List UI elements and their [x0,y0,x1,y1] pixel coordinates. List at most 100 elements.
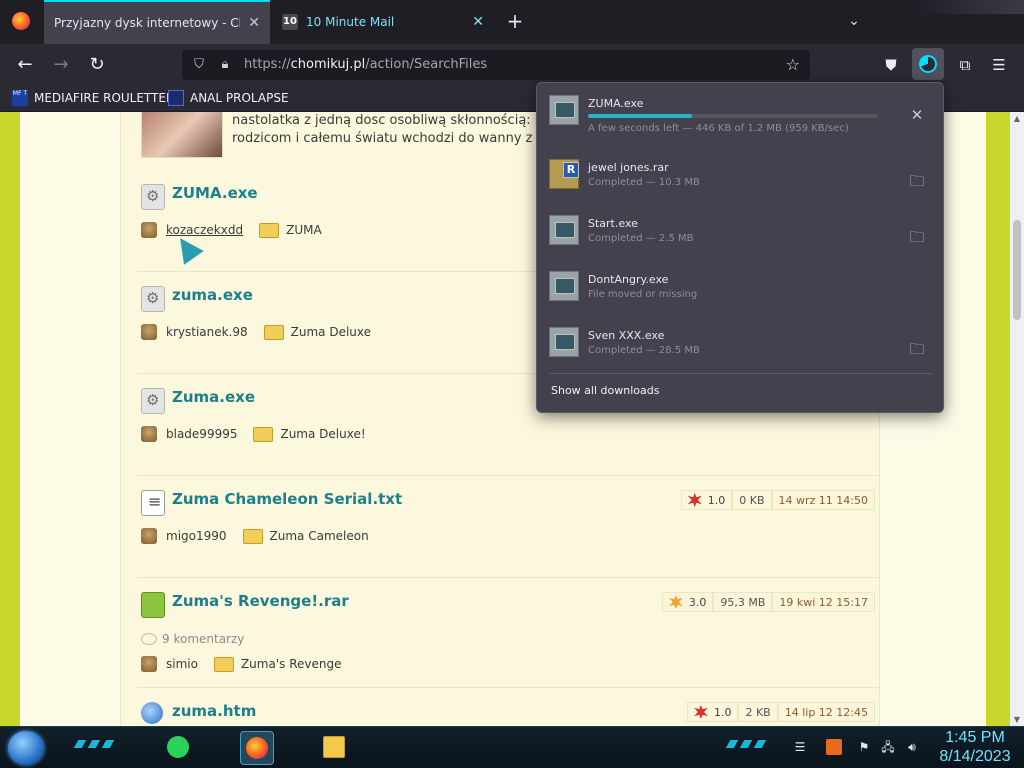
user-avatar[interactable] [141,324,157,340]
open-folder-icon[interactable]: 🗀 [907,171,927,191]
download-name: jewel jones.rar [588,161,669,174]
list-all-tabs-chevron-icon[interactable]: ⌄ [844,10,864,32]
file-name-link[interactable]: Zuma.exe [172,388,255,406]
folder-icon [253,426,274,442]
tray-app-icon[interactable] [826,739,842,755]
bookmark-star-icon[interactable]: ☆ [786,55,800,74]
taskbar-file-explorer[interactable] [318,731,352,765]
start-orb-icon[interactable] [8,731,44,765]
user-link[interactable]: migo1990 [166,529,227,543]
taskbar-notes-app[interactable] [162,731,196,765]
scroll-up-arrow-icon[interactable]: ▲ [1013,114,1021,123]
user-link[interactable]: simio [166,657,198,671]
comments-link[interactable]: 9 komentarzy [141,632,244,646]
file-row: Zuma's Revenge!.rar 3.0 95,3 MB 19 kwi 1… [137,578,881,688]
rating-badge: 1.0 [680,490,733,510]
show-desktop-icon[interactable]: ☰ [792,739,808,755]
clock-time: 1:45 PM [945,729,1005,746]
open-folder-icon[interactable]: 🗀 [907,227,927,247]
pocket-icon[interactable]: ⛊ [878,53,904,77]
user-link[interactable]: kozaczekxdd [166,223,243,237]
new-tab-button[interactable]: + [504,10,526,32]
url-text[interactable]: https://chomikuj.pl/action/SearchFiles [244,57,487,72]
forward-arrow-icon[interactable]: → [48,53,74,77]
upload-date: 14 wrz 11 14:50 [771,490,875,510]
bookmark-mediafire-rouletter[interactable]: MF T MEDIAFIRE ROULETTER [12,90,174,106]
firefox-menu-icon[interactable] [12,12,30,30]
back-arrow-icon[interactable]: ← [12,53,38,77]
tab-title: Przyjazny dysk internetowy - Chom [54,16,240,30]
tab-bar: Przyjazny dysk internetowy - Chom ✕ 10 1… [0,0,1024,44]
folder-link[interactable]: Zuma Cameleon [270,529,369,543]
taskbar-clock[interactable]: 1:45 PM 8/14/2023 [930,729,1020,767]
lock-icon[interactable]: 🔒︎ [216,56,234,74]
tab-close-icon[interactable]: ✕ [472,14,484,30]
download-item[interactable]: Sven XXX.exe Completed — 28.5 MB 🗀 [537,315,945,371]
folder-link[interactable]: Zuma's Revenge [241,657,342,671]
flag-notification-icon[interactable]: ⚑ [856,739,872,755]
hamburger-menu-icon[interactable]: ☰ [986,53,1012,77]
volume-speaker-icon[interactable]: 🔊︎ [904,739,920,755]
file-stats: 3.0 95,3 MB 19 kwi 12 15:17 [661,592,875,612]
window-decoration [914,0,1024,14]
file-name-link[interactable]: Zuma's Revenge!.rar [172,592,349,610]
tab-10-minute-mail[interactable]: 10 10 Minute Mail ✕ [272,0,494,44]
download-name: Start.exe [588,217,638,230]
cancel-download-close-icon[interactable]: ✕ [907,105,927,125]
downloads-button[interactable] [912,48,944,80]
result-thumbnail[interactable] [141,112,223,158]
show-all-downloads-button[interactable]: Show all downloads [551,384,659,397]
taskbar-firefox[interactable] [240,731,274,765]
scroll-down-arrow-icon[interactable]: ▼ [1013,715,1021,724]
archive-file-icon [141,592,165,618]
tab-close-icon[interactable]: ✕ [248,15,260,31]
user-avatar[interactable] [141,528,157,544]
extensions-puzzle-icon[interactable]: ⧉ [952,53,978,77]
rating-badge: 3.0 [661,592,714,612]
page-scrollbar[interactable]: ▲ ▼ [1010,112,1024,726]
download-progress-bar [588,114,878,118]
download-status: File moved or missing [588,289,698,300]
taskbar-decoration [73,740,121,748]
download-item[interactable]: ZUMA.exe A few seconds left — 446 KB of … [537,83,945,139]
user-avatar[interactable] [141,426,157,442]
bookmark-favicon-icon [168,90,184,106]
open-folder-icon[interactable]: 🗀 [907,339,927,359]
file-name-link[interactable]: zuma.exe [172,286,253,304]
download-item[interactable]: jewel jones.rar Completed — 10.3 MB 🗀 [537,147,945,203]
file-name-link[interactable]: ZUMA.exe [172,184,258,202]
download-progress-icon [919,55,937,73]
file-name-link[interactable]: zuma.htm [172,702,256,720]
web-file-globe-icon [141,702,163,724]
user-link[interactable]: blade99995 [166,427,237,441]
download-item[interactable]: DontAngry.exe File moved or missing [537,259,945,315]
file-size: 2 KB [738,702,778,722]
file-meta: krystianek.98 Zuma Deluxe [141,324,371,340]
user-link[interactable]: krystianek.98 [166,325,248,339]
tab-chomikuj[interactable]: Przyjazny dysk internetowy - Chom ✕ [44,0,270,44]
network-icon[interactable]: 🖧 [880,739,896,755]
folder-link[interactable]: ZUMA [286,223,322,237]
exe-file-gear-icon [141,184,165,210]
file-size: 0 KB [732,490,772,510]
scrollbar-thumb[interactable] [1013,220,1021,320]
folder-link[interactable]: Zuma Deluxe! [280,427,365,441]
bookmark-label: ANAL PROLAPSE [190,91,289,105]
file-name-link[interactable]: Zuma Chameleon Serial.txt [172,490,402,508]
rating-star-icon [668,595,683,609]
folder-link[interactable]: Zuma Deluxe [291,325,371,339]
folder-icon [242,528,263,544]
bookmark-label: MEDIAFIRE ROULETTER [34,91,175,105]
download-progress-fill [588,114,693,118]
reload-icon[interactable]: ↻ [84,53,110,77]
folder-icon [259,222,280,238]
url-bar[interactable]: ⛉ 🔒︎ https://chomikuj.pl/action/SearchFi… [182,50,810,80]
file-meta: simio Zuma's Revenge [141,656,341,672]
text-file-icon [141,490,165,516]
tracking-shield-icon[interactable]: ⛉ [190,56,208,74]
user-avatar[interactable] [141,656,157,672]
user-avatar[interactable] [141,222,157,238]
download-status: Completed — 10.3 MB [588,177,700,188]
bookmark-anal-prolapse[interactable]: ANAL PROLAPSE [168,90,289,106]
download-item[interactable]: Start.exe Completed — 2.5 MB 🗀 [537,203,945,259]
